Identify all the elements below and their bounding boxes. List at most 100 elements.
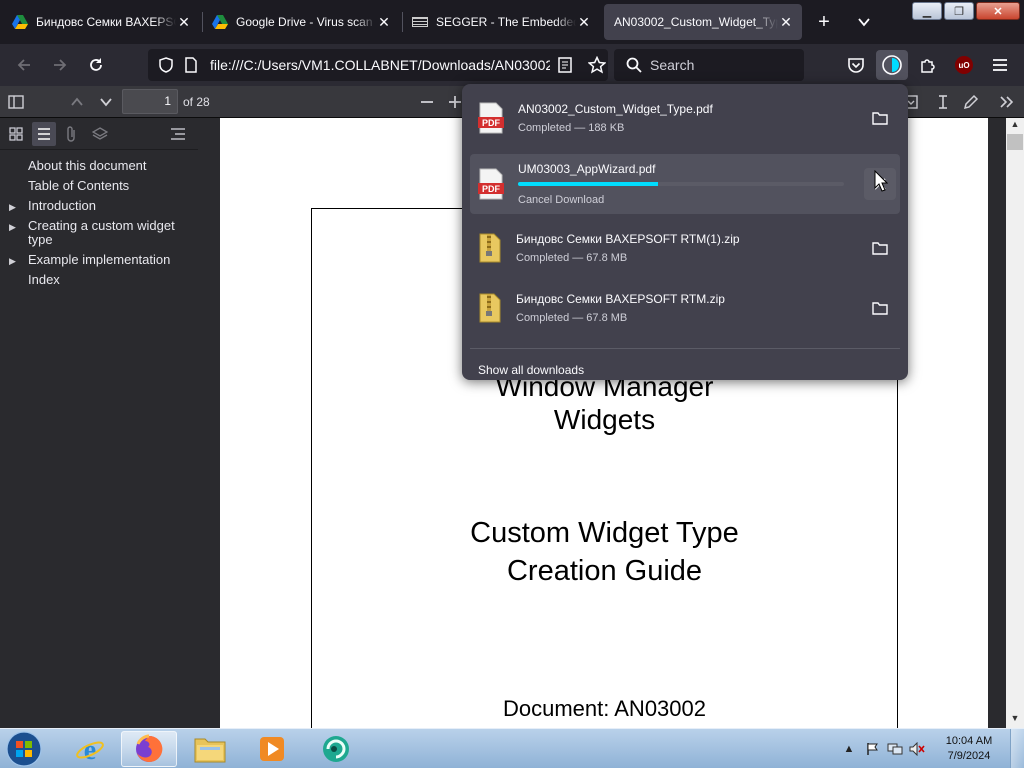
scrollbar-thumb[interactable] bbox=[1007, 134, 1023, 150]
draw-tool-button[interactable] bbox=[958, 89, 984, 115]
show-hidden-icons-button[interactable]: ▲ bbox=[840, 740, 858, 758]
layers-icon bbox=[92, 126, 108, 140]
layers-view-button[interactable] bbox=[88, 122, 112, 146]
expand-triangle-icon[interactable]: ▶ bbox=[9, 254, 16, 268]
chevron-up-icon bbox=[71, 97, 83, 106]
extensions-button[interactable] bbox=[914, 51, 942, 79]
start-button[interactable] bbox=[4, 730, 44, 768]
scroll-up-arrow-icon[interactable]: ▲ bbox=[1006, 119, 1024, 133]
current-outline-item-button[interactable] bbox=[166, 122, 190, 146]
network-icon[interactable] bbox=[886, 740, 904, 758]
vertical-scrollbar[interactable]: ▲ ▼ bbox=[1006, 118, 1024, 728]
outline-item[interactable]: ▶ Example implementation bbox=[0, 250, 198, 270]
address-bar[interactable]: file:///C:/Users/VM1.COLLABNET/Downloads… bbox=[148, 49, 608, 81]
download-item[interactable]: PDF UM03003_AppWizard.pdf Cancel Downloa… bbox=[470, 154, 900, 214]
internet-explorer-icon: e bbox=[76, 735, 104, 764]
tab-separator bbox=[202, 12, 203, 32]
clock-date: 7/9/2024 bbox=[947, 750, 991, 762]
tab-pdf-document[interactable]: AN03002_Custom_Widget_Type.pdf ✕ bbox=[604, 4, 802, 40]
sidebar-toggle-icon bbox=[8, 95, 24, 109]
restore-button[interactable]: ❐ bbox=[944, 2, 974, 20]
close-tab-icon[interactable]: ✕ bbox=[576, 14, 592, 31]
tab-google-drive[interactable]: Google Drive - Virus scan warning ✕ bbox=[204, 4, 400, 40]
outline-item[interactable]: Index bbox=[0, 270, 198, 290]
outline-view-button[interactable] bbox=[32, 121, 56, 146]
search-placeholder: Search bbox=[650, 57, 695, 73]
outline-item[interactable]: ▶ Introduction bbox=[0, 196, 198, 216]
downloads-button[interactable] bbox=[876, 50, 908, 80]
taskbar-file-explorer[interactable] bbox=[182, 731, 238, 767]
outline-list-icon bbox=[171, 127, 185, 140]
outline-item-label: Table of Contents bbox=[28, 178, 130, 193]
bookmark-star-icon[interactable] bbox=[588, 56, 606, 74]
document-outline: About this document Table of Contents ▶ I… bbox=[0, 150, 198, 290]
show-all-downloads-button[interactable]: Show all downloads bbox=[470, 355, 900, 385]
back-button[interactable] bbox=[10, 51, 38, 79]
ublock-shield-icon: uO bbox=[955, 56, 973, 74]
previous-page-button[interactable] bbox=[64, 89, 90, 115]
taskbar-media-player[interactable] bbox=[244, 731, 300, 767]
reload-button[interactable] bbox=[82, 51, 110, 79]
zip-archive-icon bbox=[478, 232, 502, 264]
ublock-origin-button[interactable]: uO bbox=[950, 51, 978, 79]
paperclip-icon bbox=[67, 125, 75, 142]
url-text[interactable]: file:///C:/Users/VM1.COLLABNET/Downloads… bbox=[210, 57, 550, 73]
chevron-down-icon bbox=[858, 18, 870, 27]
action-center-flag-icon[interactable] bbox=[864, 740, 882, 758]
clock[interactable]: 10:04 AM 7/9/2024 bbox=[934, 734, 1004, 764]
pencil-icon bbox=[963, 94, 979, 110]
download-progress-fill bbox=[518, 182, 659, 186]
scroll-down-arrow-icon[interactable]: ▼ bbox=[1006, 713, 1024, 727]
toggle-sidebar-button[interactable] bbox=[3, 89, 29, 115]
close-window-button[interactable]: ✕ bbox=[976, 2, 1020, 20]
doc-title-line1: Custom Widget Type bbox=[470, 517, 739, 549]
svg-text:e: e bbox=[84, 735, 96, 764]
tools-overflow-button[interactable] bbox=[994, 89, 1020, 115]
close-tab-icon[interactable]: ✕ bbox=[376, 14, 392, 31]
windows-logo-icon bbox=[6, 731, 42, 767]
show-in-folder-button[interactable] bbox=[864, 102, 896, 134]
app-menu-button[interactable] bbox=[986, 51, 1014, 79]
expand-triangle-icon[interactable]: ▶ bbox=[9, 220, 16, 234]
download-filename: AN03002_Custom_Widget_Type.pdf bbox=[518, 102, 713, 116]
pocket-button[interactable] bbox=[842, 51, 870, 79]
download-item[interactable]: Биндовс Семки BAXEPSOFT RTM.zip Complete… bbox=[470, 278, 900, 338]
text-tool-button[interactable] bbox=[930, 89, 956, 115]
shield-icon[interactable] bbox=[158, 57, 174, 73]
zoom-out-button[interactable] bbox=[414, 89, 440, 115]
show-in-folder-button[interactable] bbox=[864, 232, 896, 264]
panel-separator bbox=[470, 348, 900, 349]
expand-triangle-icon[interactable]: ▶ bbox=[9, 200, 16, 214]
close-tab-icon[interactable]: ✕ bbox=[778, 14, 794, 31]
forward-arrow-icon bbox=[54, 59, 67, 71]
outline-item[interactable]: About this document bbox=[0, 156, 198, 176]
outline-item-label: About this document bbox=[28, 158, 147, 173]
outline-item[interactable]: Table of Contents bbox=[0, 176, 198, 196]
double-chevron-right-icon bbox=[1000, 96, 1014, 108]
thumbnails-view-button[interactable] bbox=[4, 122, 28, 146]
show-desktop-button[interactable] bbox=[1010, 729, 1024, 768]
next-page-button[interactable] bbox=[93, 89, 119, 115]
taskbar-internet-explorer[interactable]: e bbox=[62, 731, 118, 767]
page-number-input[interactable]: 1 bbox=[122, 89, 178, 114]
volume-muted-icon[interactable] bbox=[908, 740, 926, 758]
forward-button[interactable] bbox=[46, 51, 74, 79]
taskbar-firefox[interactable] bbox=[121, 731, 177, 767]
reader-view-icon[interactable] bbox=[558, 57, 572, 73]
new-tab-button[interactable]: + bbox=[810, 8, 838, 36]
outline-item[interactable]: ▶ Creating a custom widget type bbox=[0, 216, 198, 250]
attachments-view-button[interactable] bbox=[60, 122, 84, 146]
pdf-file-icon: PDF bbox=[478, 168, 504, 200]
minimize-button[interactable]: ▁ bbox=[912, 2, 942, 20]
plus-icon bbox=[449, 96, 461, 108]
tab-segger[interactable]: SEGGER - The Embedded Experts ✕ bbox=[404, 4, 600, 40]
download-item[interactable]: Биндовс Семки BAXEPSOFT RTM(1).zip Compl… bbox=[470, 218, 900, 278]
list-all-tabs-button[interactable] bbox=[850, 8, 878, 36]
show-in-folder-button[interactable] bbox=[864, 292, 896, 324]
download-item[interactable]: PDF AN03002_Custom_Widget_Type.pdf Compl… bbox=[470, 88, 900, 148]
close-tab-icon[interactable]: ✕ bbox=[176, 14, 192, 31]
minus-icon bbox=[421, 101, 433, 103]
search-bar[interactable]: Search bbox=[614, 49, 804, 81]
taskbar-unknown-app[interactable] bbox=[308, 731, 364, 767]
tab-windows-zip[interactable]: Биндовс Семки BAXEPSOFT RTM(1).zip ✕ bbox=[4, 4, 200, 40]
